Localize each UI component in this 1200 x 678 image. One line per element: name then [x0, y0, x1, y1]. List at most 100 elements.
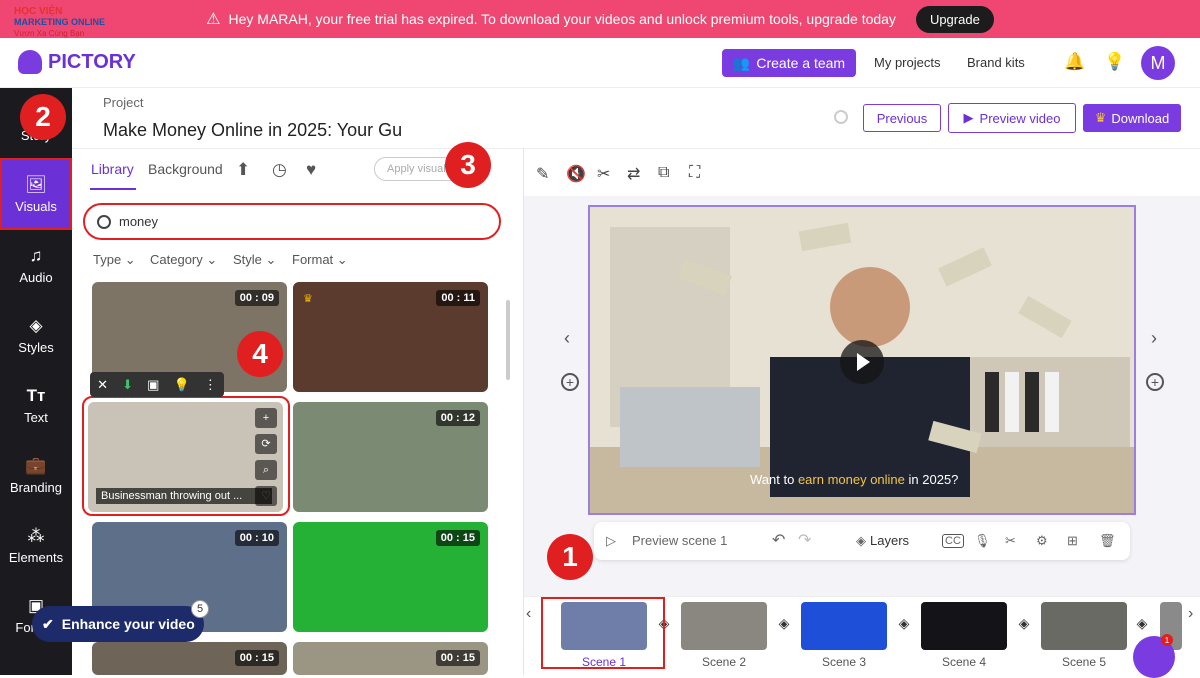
- filter-format[interactable]: Format ⌄: [292, 252, 348, 268]
- download-button[interactable]: ♛ Download: [1083, 104, 1181, 132]
- chevron-right-icon[interactable]: ›: [1151, 328, 1157, 349]
- annotation-marker: 2: [20, 94, 66, 140]
- duplicate-icon[interactable]: ⧉: [658, 164, 669, 182]
- scene-5[interactable]: Scene 5: [1041, 602, 1127, 670]
- scene-controls-bar: ▷ Preview scene 1 ↶ ↷ ◈ Layers CC 🎙 ✂ ⚙ …: [594, 522, 1130, 560]
- heart-icon[interactable]: ♥: [306, 160, 316, 180]
- play-button[interactable]: [840, 340, 884, 384]
- search-field[interactable]: money: [83, 203, 501, 240]
- scene-thumbnail: [681, 602, 767, 650]
- closed-caption-icon[interactable]: CC: [942, 534, 964, 548]
- filter-type[interactable]: Type ⌄: [93, 252, 136, 268]
- filter-category[interactable]: Category ⌄: [150, 252, 217, 268]
- chat-notification-badge: 1: [1161, 634, 1173, 646]
- annotation-marker: 3: [445, 142, 491, 188]
- avatar[interactable]: M: [1141, 46, 1175, 80]
- video-thumbnail[interactable]: ♛ 00 : 11: [293, 282, 488, 392]
- add-scene-before-icon[interactable]: +: [561, 373, 579, 391]
- history-icon[interactable]: ◷: [272, 160, 287, 180]
- download-label: Download: [1111, 110, 1170, 126]
- logo-text: PICTORY: [48, 50, 136, 73]
- add-scene-after-icon[interactable]: +: [1146, 373, 1164, 391]
- video-caption: Want to earn money online in 2025?: [750, 472, 958, 487]
- caption-text: Want to: [750, 472, 798, 487]
- selected-thumbnail-highlight: [82, 396, 290, 516]
- magic-pen-icon[interactable]: ✎: [536, 164, 549, 184]
- scene-2[interactable]: Scene 2: [681, 602, 767, 670]
- layout-icon[interactable]: ▣: [147, 377, 159, 393]
- project-title[interactable]: Make Money Online in 2025: Your Gu: [103, 120, 408, 141]
- video-thumbnail[interactable]: 00 : 15: [92, 642, 287, 675]
- video-thumbnail[interactable]: 00 : 15: [293, 642, 488, 675]
- layers-icon[interactable]: ◈: [894, 615, 914, 635]
- elements-icon: ⁂: [27, 525, 45, 545]
- lightbulb-icon[interactable]: 💡: [1104, 52, 1125, 72]
- scene-thumbnail: [1041, 602, 1127, 650]
- sidebar-item-visuals[interactable]: 🖼 Visuals: [0, 158, 72, 230]
- swap-icon[interactable]: ⇄: [627, 164, 640, 184]
- video-thumbnail[interactable]: 00 : 12: [293, 402, 488, 512]
- layers-icon[interactable]: ◈: [1014, 615, 1034, 635]
- music-icon: ♫: [29, 245, 43, 265]
- pictory-logo[interactable]: PICTORY: [18, 50, 136, 74]
- layers-button[interactable]: Layers: [870, 533, 909, 548]
- add-layer-icon[interactable]: ⊞: [1067, 533, 1078, 549]
- enhance-count-badge: 5: [191, 600, 209, 618]
- preview-scene-button[interactable]: Preview scene 1: [632, 533, 727, 548]
- tab-library[interactable]: Library: [91, 161, 134, 177]
- my-projects-link[interactable]: My projects: [874, 55, 940, 70]
- cut-scene-icon[interactable]: ✂: [1005, 533, 1016, 549]
- enhance-video-button[interactable]: ✔ Enhance your video: [32, 606, 204, 642]
- chevron-right-icon[interactable]: ›: [1188, 605, 1193, 623]
- scene-4[interactable]: Scene 4: [921, 602, 1007, 670]
- annotation-marker: 1: [547, 534, 593, 580]
- trash-icon[interactable]: 🗑: [1099, 533, 1116, 549]
- layers-icon[interactable]: ◈: [1132, 615, 1152, 635]
- scene-3[interactable]: Scene 3: [801, 602, 887, 670]
- play-outline-icon[interactable]: ▷: [606, 533, 616, 549]
- close-icon[interactable]: ✕: [97, 377, 108, 393]
- scissors-icon[interactable]: ✂: [597, 164, 610, 184]
- sidebar-item-elements[interactable]: ⁂ Elements: [0, 514, 72, 576]
- redo-icon[interactable]: ↷: [798, 530, 811, 550]
- sidebar-item-label: Elements: [8, 549, 64, 565]
- filter-label: Style: [233, 252, 262, 267]
- more-icon[interactable]: ⋮: [204, 377, 217, 393]
- mute-icon[interactable]: 🔇: [566, 164, 586, 184]
- fullscreen-icon[interactable]: ⛶: [689, 164, 700, 182]
- caption-text: in 2025?: [904, 472, 959, 487]
- scene-label: Scene 3: [821, 655, 867, 669]
- duration-badge: 00 : 12: [435, 410, 480, 426]
- search-input[interactable]: money: [119, 214, 158, 229]
- library-scrollbar[interactable]: [506, 300, 510, 380]
- tab-background[interactable]: Background: [148, 161, 223, 177]
- chevron-left-icon[interactable]: ‹: [526, 605, 531, 623]
- undo-icon[interactable]: ↶: [772, 530, 785, 550]
- lightbulb-icon[interactable]: 💡: [174, 377, 190, 393]
- trial-expired-banner: ⚠ Hey MARAH, your free trial has expired…: [0, 0, 1200, 38]
- scene-thumbnail: [921, 602, 1007, 650]
- filter-style[interactable]: Style ⌄: [233, 252, 276, 268]
- previous-button[interactable]: Previous: [863, 104, 941, 132]
- layers-icon[interactable]: ◈: [856, 533, 866, 549]
- sidebar-item-styles[interactable]: ◈ Styles: [0, 304, 72, 366]
- sidebar-item-branding[interactable]: 💼 Branding: [0, 444, 72, 506]
- layers-icon[interactable]: ◈: [774, 615, 794, 635]
- brand-kits-link[interactable]: Brand kits: [967, 55, 1025, 70]
- video-thumbnail[interactable]: 00 : 15: [293, 522, 488, 632]
- bell-icon[interactable]: 🔔: [1064, 52, 1085, 72]
- upload-folder-icon[interactable]: ⬆: [236, 160, 250, 180]
- sidebar-item-audio[interactable]: ♫ Audio: [0, 234, 72, 296]
- settings-icon[interactable]: ⚙: [1036, 533, 1048, 549]
- filter-label: Format: [292, 252, 334, 267]
- download-icon[interactable]: ⬇: [122, 377, 133, 393]
- upgrade-button[interactable]: Upgrade: [915, 5, 994, 33]
- header-divider: [72, 148, 1200, 149]
- microphone-icon[interactable]: 🎙: [974, 533, 991, 549]
- sidebar-item-text[interactable]: Tт Text: [0, 374, 72, 436]
- preview-video-button[interactable]: ▶ Preview video: [948, 103, 1076, 133]
- create-team-button[interactable]: 👥 Create a team: [722, 49, 856, 77]
- duration-badge: 00 : 09: [234, 290, 279, 306]
- chevron-left-icon[interactable]: ‹: [564, 328, 570, 349]
- sidebar-item-label: Text: [24, 409, 48, 425]
